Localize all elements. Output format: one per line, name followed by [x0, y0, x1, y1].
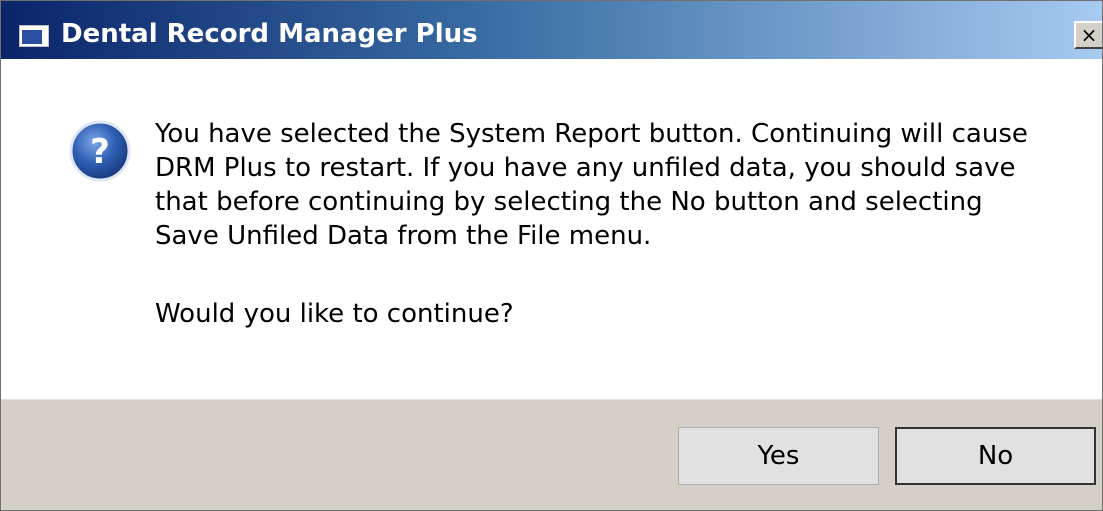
yes-button[interactable]: Yes	[678, 427, 879, 485]
dialog-message: You have selected the System Report butt…	[155, 119, 1028, 251]
dialog-content: ? You have selected the System Report bu…	[1, 59, 1102, 399]
no-button[interactable]: No	[895, 427, 1096, 485]
close-button[interactable]: ×	[1074, 21, 1102, 49]
message-dialog: Dental Record Manager Plus × ? You have …	[0, 0, 1103, 511]
app-icon	[19, 25, 49, 47]
button-bar: Yes No	[1, 399, 1102, 510]
window-title: Dental Record Manager Plus	[61, 19, 478, 49]
svg-text:?: ?	[90, 132, 110, 172]
dialog-message-area: You have selected the System Report butt…	[155, 117, 1035, 329]
title-bar[interactable]: Dental Record Manager Plus ×	[1, 1, 1102, 59]
question-icon: ?	[69, 120, 131, 182]
dialog-question: Would you like to continue?	[155, 299, 514, 329]
